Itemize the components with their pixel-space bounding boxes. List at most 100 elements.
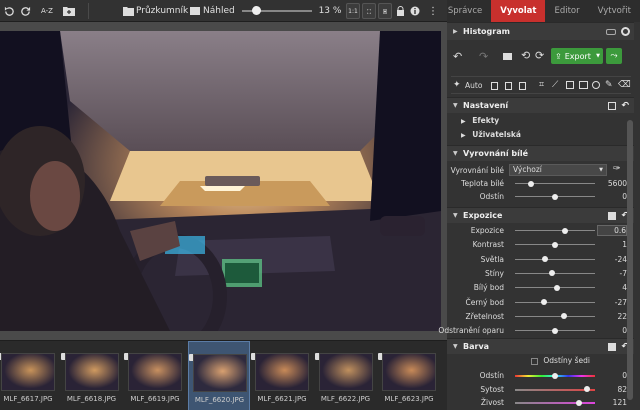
settings-circle-icon[interactable] [621,27,630,36]
slider-value[interactable]: 82 [597,385,627,394]
copy-icon[interactable] [491,82,498,90]
export-button[interactable]: ⇪ Export ▼ [551,48,603,64]
lock-icon[interactable] [394,3,406,19]
slider-track[interactable] [515,193,595,200]
slider-handle[interactable] [576,399,582,406]
slider-track[interactable] [515,256,595,263]
panel-scrollbar[interactable] [627,120,633,400]
crop-icon[interactable]: ⌗ [539,80,544,90]
info-icon[interactable] [409,3,421,19]
slider-value[interactable]: 0 [597,371,627,380]
histogram-header[interactable]: ▶ Histogram [447,22,634,40]
fullscreen-icon[interactable] [378,3,392,19]
thumbnail[interactable]: MLF_6621.JPG [251,341,313,410]
rectangle-icon[interactable] [579,81,588,89]
browser-mode-button[interactable]: Průzkumník ▼ [136,3,195,19]
slider-track[interactable] [515,241,595,248]
slider-value[interactable]: -27 [597,298,627,307]
slider-value[interactable]: 1 [597,240,627,249]
slider-value[interactable]: 0 [597,326,627,335]
fit-screen-icon[interactable] [362,3,376,19]
slider-value[interactable]: 0 [597,192,627,201]
slider-handle[interactable] [542,256,549,263]
slider-handle[interactable] [548,270,555,277]
thumbnail[interactable]: MLF_6619.JPG [124,341,186,410]
slider-handle[interactable] [528,180,534,187]
undo-small-icon[interactable]: ↶ [621,101,629,111]
straighten-icon[interactable]: ⟋ [552,80,558,90]
slider-handle[interactable] [552,193,558,200]
brush-icon[interactable]: ✎ [605,80,613,90]
slider-track[interactable] [515,284,595,291]
perspective-icon[interactable] [566,81,574,89]
slider-track[interactable] [515,270,595,277]
save-icon[interactable] [608,101,616,110]
thumbnail[interactable]: MLF_6617.JPG [0,341,59,410]
paste-icon[interactable] [505,82,512,90]
undo-icon[interactable]: ↶ [453,50,462,63]
white-balance-header[interactable]: ▼ Vyrovnání bílé [447,145,634,161]
slider-value[interactable]: 22 [597,312,627,321]
checkbox-icon[interactable] [608,342,616,351]
slider-handle[interactable] [540,299,547,305]
slider-handle[interactable] [552,327,558,334]
reset-icon[interactable] [519,82,526,90]
slider-track[interactable] [515,227,595,234]
share-button[interactable]: ⤳ [606,48,622,64]
auto-button[interactable]: Auto [465,81,482,90]
tab-create[interactable]: Vytvořit [589,0,640,22]
settings-header[interactable]: ▼ Nastavení ↶ [447,97,634,113]
zoom-slider[interactable] [242,6,312,15]
preview-mode-button[interactable]: Náhled [190,3,235,19]
zoom-slider-handle[interactable] [252,6,261,15]
folder-plus-icon[interactable] [62,3,76,19]
effects-item[interactable]: ▶ Efekty [461,116,499,125]
rotate-left-icon[interactable] [2,3,16,19]
slider-handle[interactable] [584,386,590,392]
tab-develop[interactable]: Vyvolat [491,0,546,22]
thumbnail[interactable]: MLF_6622.JPG [314,341,377,410]
tab-manager[interactable]: Správce [439,0,491,22]
user-presets-item[interactable]: ▶ Uživatelská [461,130,521,139]
slider-handle[interactable] [560,313,567,320]
circle-icon[interactable] [592,81,600,89]
thumbnail[interactable]: MLF_6623.JPG [378,341,440,410]
histogram-toggle-icon[interactable] [606,28,616,35]
redo-icon[interactable]: ↷ [479,50,488,63]
rotate-ccw-icon[interactable]: ⟲ [521,49,530,62]
slider-track[interactable] [515,180,595,187]
slider-track[interactable] [515,386,595,392]
slider-value[interactable]: 5600 [597,179,627,188]
thumbnail[interactable]: MLF_6618.JPG [60,341,123,410]
slider-track[interactable] [515,313,595,320]
thumbnail[interactable]: MLF_6620.JPG [187,341,250,410]
refresh-icon[interactable] [18,3,32,19]
grayscale-toggle[interactable]: Odstíny šedi [531,356,590,365]
image-copy-icon[interactable] [503,53,512,60]
slider-track[interactable] [515,299,595,305]
eyedropper-icon[interactable]: ✑ [613,164,621,174]
slider-value[interactable]: -7 [597,269,627,278]
slider-handle[interactable] [553,284,560,291]
eraser-icon[interactable]: ⌫ [618,80,631,90]
exposure-header[interactable]: ▼ Expozice ↶ [447,207,634,223]
slider-track[interactable] [515,372,595,379]
checkbox-icon[interactable] [608,211,616,220]
slider-handle[interactable] [561,227,568,234]
wb-preset-select[interactable]: Výchozí ▼ [509,164,607,176]
slider-value[interactable]: 4 [597,283,627,292]
slider-value[interactable]: 0.6 [597,225,627,236]
slider-value[interactable]: -24 [597,255,627,264]
color-header[interactable]: ▼ Barva ↶ [447,338,634,354]
fit-1to1-icon[interactable]: 1:1 [346,3,360,19]
rotate-cw-icon[interactable]: ⟳ [535,49,544,62]
sort-icon[interactable]: A-Z [36,3,58,19]
slider-track[interactable] [515,327,595,334]
slider-track[interactable] [515,399,595,406]
tab-editor[interactable]: Editor [545,0,588,22]
slider-handle[interactable] [552,241,558,248]
checkbox-icon[interactable] [531,357,538,365]
slider-value[interactable]: 121 [597,398,627,407]
slider-handle[interactable] [552,372,558,379]
auto-wand-icon[interactable]: ✦ [453,80,461,90]
